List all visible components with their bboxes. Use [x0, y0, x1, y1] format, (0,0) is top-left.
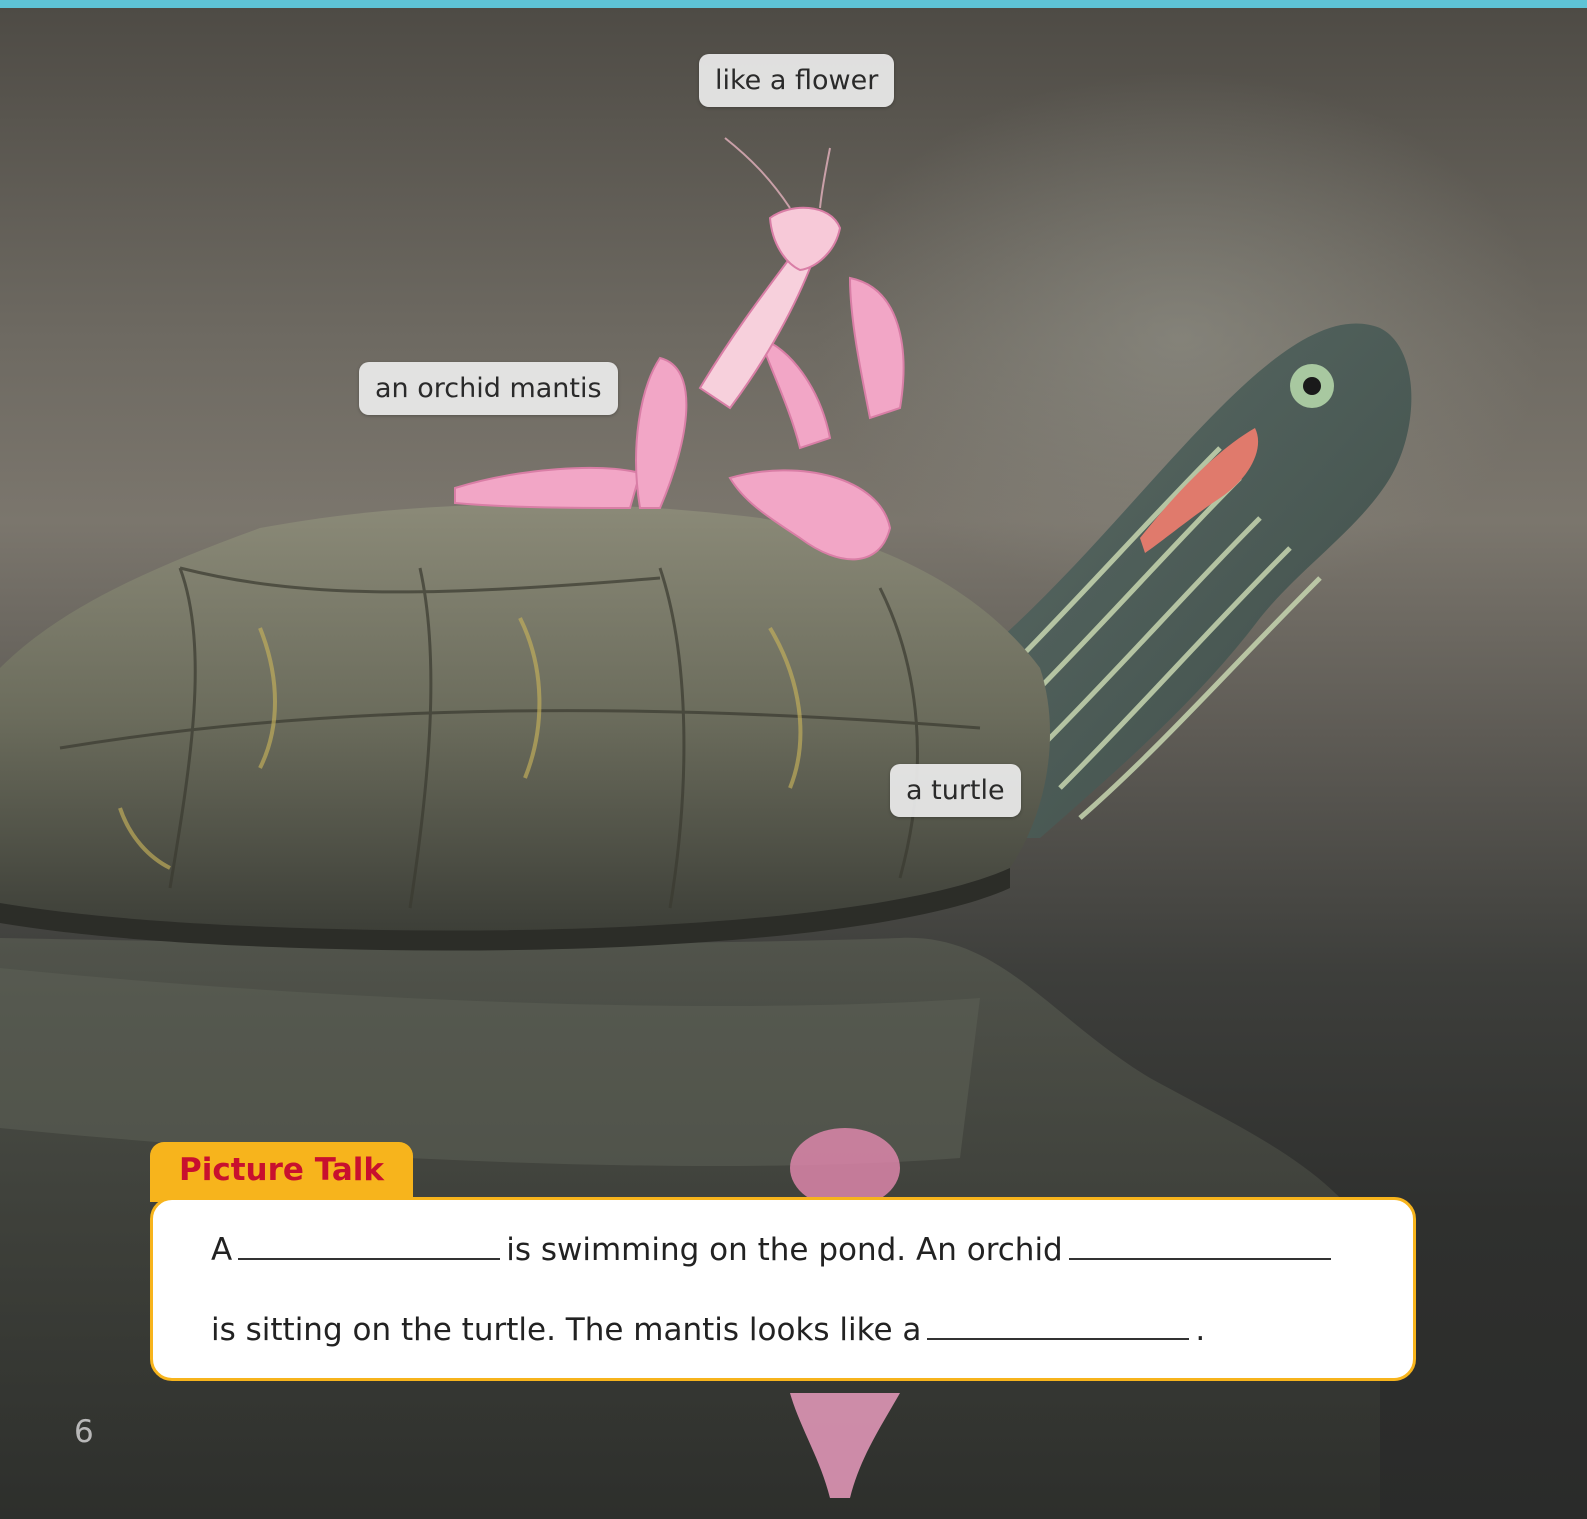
- sentence-1-start: A: [211, 1232, 233, 1268]
- sentence-2-start: is sitting on the turtle. The mantis loo…: [211, 1312, 922, 1348]
- blank-flower[interactable]: [927, 1308, 1190, 1340]
- picture-talk-title: Picture Talk: [179, 1152, 385, 1188]
- picture-talk-card: Ais swimming on the pond. An orchid is s…: [150, 1197, 1416, 1381]
- orchid-mantis-label: an orchid mantis: [359, 362, 618, 415]
- sentence-line-1: Ais swimming on the pond. An orchid: [211, 1228, 1337, 1268]
- page-number: 6: [74, 1414, 94, 1450]
- sentence-1-middle: is swimming on the pond. An orchid: [506, 1232, 1063, 1268]
- top-accent-bar: [0, 0, 1587, 8]
- sentence-line-2: is sitting on the turtle. The mantis loo…: [211, 1308, 1205, 1348]
- blank-mantis[interactable]: [1068, 1228, 1331, 1260]
- like-a-flower-label: like a flower: [699, 54, 895, 107]
- picture-talk-tab: Picture Talk: [150, 1142, 413, 1202]
- blank-turtle[interactable]: [238, 1228, 501, 1260]
- sentence-2-end: .: [1195, 1312, 1206, 1348]
- turtle-label: a turtle: [890, 764, 1021, 817]
